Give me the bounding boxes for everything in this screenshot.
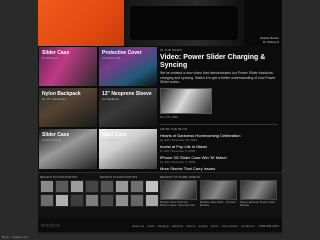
flickr-label-1: RECENT FLICKR PHOTOS — [40, 175, 78, 179]
flickr-grid-1 — [40, 180, 99, 207]
tile-subtitle: for iPhone 5 — [42, 56, 59, 60]
photo-thumbnail[interactable] — [55, 180, 69, 193]
footer-link-store-locator[interactable]: store locator — [221, 224, 238, 228]
footer-link-warranty[interactable]: warranty — [172, 224, 184, 228]
footer-link-shipping[interactable]: shipping — [157, 224, 168, 228]
photo-thumbnail[interactable] — [40, 180, 54, 193]
footer-link-terms[interactable]: terms — [211, 224, 219, 228]
video-caption: Mophie Juice Pack - Product Review — [200, 200, 236, 208]
photo-thumbnail[interactable] — [100, 194, 114, 207]
video-title-link[interactable]: Video: Power Slider Charging & Syncing — [160, 54, 278, 70]
video-thumbnail — [160, 180, 197, 200]
hero-product-orange — [38, 0, 124, 46]
product-tile-protective-cover[interactable]: Protective Cover for iPhone 5S — [98, 46, 158, 87]
youtube-videos: Mophie Juice Pack Air - iPhone Case / Se… — [160, 180, 277, 207]
left-gutter — [0, 0, 38, 240]
photo-thumbnail[interactable] — [70, 180, 84, 193]
video-thumbnail — [240, 180, 277, 200]
video-date: Dec 05, 2009 — [160, 114, 178, 119]
video-caption: Sanyo Eneloop Power Case Review — [240, 200, 275, 208]
product-tile-neoprene-sleeve[interactable]: 13" Neoprene Sleeve for MacBook — [98, 87, 158, 128]
photo-thumbnail[interactable] — [130, 194, 144, 207]
news-column: IN THE NEWS Video: Power Slider Charging… — [160, 48, 278, 186]
footer-link-privacy[interactable]: privacy — [198, 224, 208, 228]
hero-caption-line2: for iPhone 5 — [262, 40, 279, 44]
blog-item-meta: by Jeff, November 3, 2009 — [160, 159, 196, 164]
photo-thumbnail[interactable] — [115, 180, 129, 193]
product-grid: Slider Case for iPhone 5 Protective Cove… — [38, 46, 158, 170]
blog-item-meta: by Jeff, November 9, 2009 — [160, 148, 196, 153]
product-tile-hard-case[interactable]: Hard Case for iPhone 5 — [98, 128, 158, 170]
blog-item: iPhone 3G Slider Case Win 'M' Match by J… — [160, 155, 278, 164]
tile-subtitle: for MacBook — [102, 97, 119, 101]
footer-link-about[interactable]: about us — [133, 224, 145, 228]
product-tile-slider-case[interactable]: Slider Case for iPhone 5 — [38, 46, 98, 87]
hero-caption: Palette Button for iPhone 5 — [260, 36, 279, 44]
hero-banner[interactable]: Palette Button for iPhone 5 — [38, 0, 282, 46]
right-gutter — [282, 0, 320, 240]
tile-subtitle: for iPod Touch — [42, 138, 62, 142]
flickr-label-2: RECENT FLICKR PHOTOS — [100, 175, 138, 179]
tile-subtitle: for 15" Notebooks — [42, 97, 66, 101]
footer-link-press[interactable]: press — [147, 224, 154, 228]
tile-subtitle: for iPhone 5 — [102, 138, 119, 142]
blog-section-label: FROM THE BLOG — [160, 126, 188, 131]
video-caption: Mophie Juice Pack Air - iPhone Case / Se… — [160, 200, 195, 208]
photo-thumbnail[interactable] — [85, 180, 99, 193]
browser-status-bar: Done - mophie.com — [0, 234, 320, 240]
youtube-video[interactable]: Mophie Juice Pack - Product Review — [200, 180, 237, 207]
page-container: Palette Button for iPhone 5 Slider Case … — [38, 0, 282, 232]
tile-subtitle: for iPhone 5S — [102, 56, 121, 60]
blog-item-meta: by Jeff, November 13, 2009 — [160, 137, 197, 142]
product-tile-slider-case-ipod[interactable]: Slider Case for iPod Touch — [38, 128, 98, 170]
media-strip: RECENT FLICKR PHOTOS RECENT FLICKR PHOTO… — [38, 172, 282, 218]
photo-thumbnail[interactable] — [70, 194, 84, 207]
photo-thumbnail[interactable] — [85, 194, 99, 207]
hero-product-dark — [124, 0, 244, 46]
product-tile-nylon-backpack[interactable]: Nylon Backpack for 15" Notebooks — [38, 87, 98, 128]
footer-phone: 1-888-866-6343 — [257, 224, 279, 228]
video-thumbnail — [200, 180, 237, 200]
photo-thumbnail[interactable] — [115, 194, 129, 207]
footer-link-returns[interactable]: returns — [186, 224, 195, 228]
footer-nav: about us press shipping warranty returns… — [133, 224, 279, 228]
footer-link-contact[interactable]: contact us — [241, 224, 255, 228]
video-thumbnail[interactable] — [160, 87, 212, 114]
photo-thumbnail[interactable] — [145, 180, 159, 193]
youtube-label: RECENT YOUTUBE VIDEOS — [160, 175, 200, 179]
footer-logo[interactable]: mophie — [41, 223, 60, 229]
photo-thumbnail[interactable] — [145, 194, 159, 207]
flickr-grid-2 — [100, 180, 159, 207]
video-description: We've created a new video that demonstra… — [160, 71, 276, 84]
blog-item: Invest at Pop Life in Miami by Jeff, Nov… — [160, 144, 278, 153]
photo-thumbnail[interactable] — [130, 180, 144, 193]
footer: mophie about us press shipping warranty … — [38, 219, 282, 232]
news-section-label: IN THE NEWS — [160, 48, 182, 52]
blog-item: Hearts of Darkness Homecoming Celebratio… — [160, 133, 278, 142]
youtube-video[interactable]: Sanyo Eneloop Power Case Review — [240, 180, 277, 207]
photo-thumbnail[interactable] — [55, 194, 69, 207]
youtube-video[interactable]: Mophie Juice Pack Air - iPhone Case / Se… — [160, 180, 197, 207]
photo-thumbnail[interactable] — [40, 194, 54, 207]
photo-thumbnail[interactable] — [100, 180, 114, 193]
